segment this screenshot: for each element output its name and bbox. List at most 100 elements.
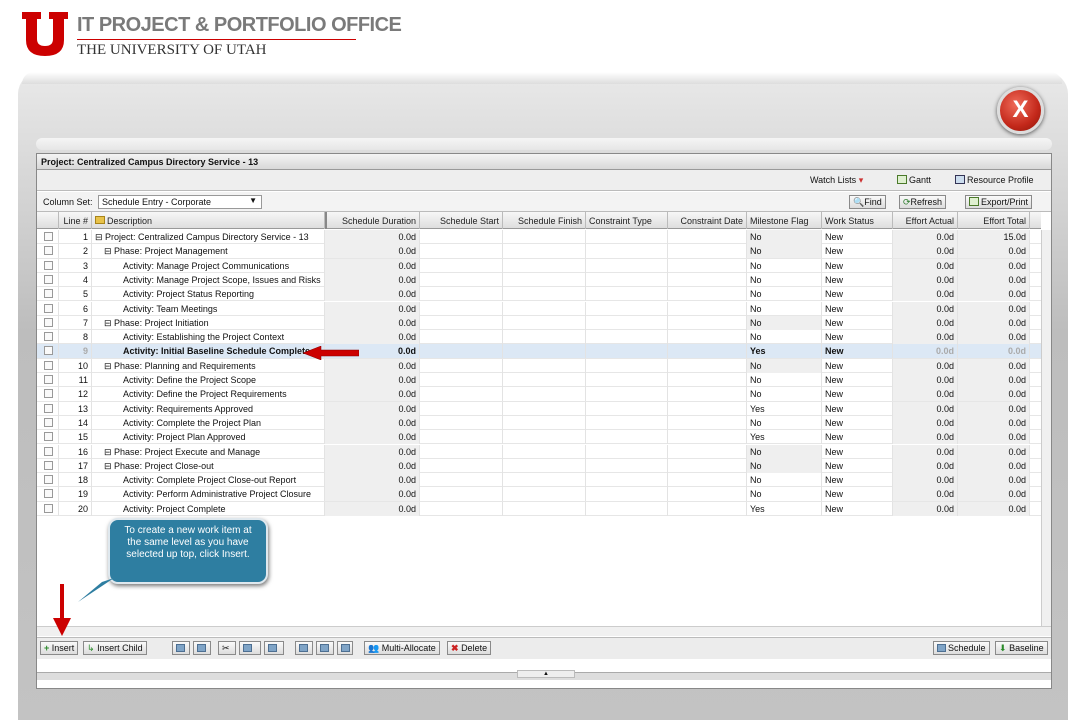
collapse-toggle-icon[interactable]: ⊟ (95, 232, 105, 242)
effort-actual-cell[interactable]: 0.0d (893, 487, 958, 502)
copy-button[interactable] (239, 641, 261, 655)
link-button[interactable] (295, 641, 313, 655)
row-checkbox[interactable] (44, 246, 53, 256)
start-cell[interactable] (420, 315, 503, 330)
effort-actual-cell[interactable]: 0.0d (893, 358, 958, 373)
effort-total-cell[interactable]: 0.0d (958, 444, 1030, 459)
effort-total-cell[interactable]: 0.0d (958, 258, 1030, 273)
table-row[interactable]: 17 ⊟ Phase: Project Close-out 0.0d No New 0.0… (37, 458, 1041, 474)
effort-total-cell[interactable]: 0.0d (958, 287, 1030, 302)
constraint-date-cell[interactable] (668, 458, 747, 473)
cut-button[interactable]: ✂ (218, 641, 236, 655)
start-cell[interactable] (420, 230, 503, 244)
work-status-cell[interactable]: New (822, 458, 893, 473)
finish-cell[interactable] (503, 373, 586, 387)
outdent-button[interactable] (172, 641, 190, 655)
table-row[interactable]: 5 Activity: Project Status Reporting 0.0d N… (37, 287, 1041, 302)
line-number-cell[interactable]: 11 (59, 373, 92, 387)
constraint-date-cell[interactable] (668, 444, 747, 459)
row-checkbox[interactable] (44, 375, 53, 384)
duration-cell[interactable]: 0.0d (325, 458, 420, 473)
milestone-cell[interactable]: No (747, 473, 822, 488)
milestone-cell[interactable]: No (747, 272, 822, 287)
insert-child-button[interactable]: ↳ Insert Child (83, 641, 147, 655)
effort-total-cell[interactable]: 0.0d (958, 272, 1030, 287)
start-cell[interactable] (420, 344, 503, 359)
collapse-toggle-icon[interactable]: ⊟ (104, 461, 114, 471)
milestone-cell[interactable]: Yes (747, 430, 822, 445)
milestone-cell[interactable]: No (747, 315, 822, 330)
effort-actual-cell[interactable]: 0.0d (893, 301, 958, 316)
finish-cell[interactable] (503, 387, 586, 402)
row-checkbox[interactable] (44, 503, 53, 513)
line-number-cell[interactable]: 6 (59, 301, 92, 316)
start-cell[interactable] (420, 258, 503, 273)
row-checkbox[interactable] (44, 260, 53, 270)
constraint-type-cell[interactable] (586, 473, 668, 488)
vertical-scrollbar[interactable] (1041, 230, 1051, 626)
work-status-cell[interactable]: New (822, 287, 893, 302)
constraint-type-cell[interactable] (586, 344, 668, 359)
effort-actual-cell[interactable]: 0.0d (893, 272, 958, 287)
finish-cell[interactable] (503, 473, 586, 488)
description-cell[interactable]: ⊟ Phase: Project Management (92, 244, 325, 259)
description-cell[interactable]: Activity: Establishing the Project Conte… (92, 330, 325, 345)
constraint-date-cell[interactable] (668, 487, 747, 502)
work-status-cell[interactable]: New (822, 301, 893, 316)
finish-cell[interactable] (503, 287, 586, 302)
collapse-toggle-icon[interactable]: ⊟ (104, 361, 114, 371)
milestone-cell[interactable]: Yes (747, 401, 822, 416)
milestone-cell[interactable]: No (747, 358, 822, 373)
row-checkbox[interactable] (44, 332, 53, 342)
work-status-cell[interactable]: New (822, 230, 893, 244)
table-row[interactable]: 18 Activity: Complete Project Close-out R… (37, 473, 1041, 488)
start-cell[interactable] (420, 501, 503, 516)
collapse-toggle-icon[interactable]: ⊟ (104, 447, 114, 457)
effort-total-cell[interactable]: 0.0d (958, 458, 1030, 473)
effort-actual-cell[interactable]: 0.0d (893, 458, 958, 473)
row-checkbox[interactable] (44, 317, 53, 327)
start-cell[interactable] (420, 301, 503, 316)
row-checkbox[interactable] (44, 289, 53, 299)
description-cell[interactable]: Activity: Complete Project Close-out Rep… (92, 473, 325, 488)
gantt-button[interactable]: Gantt (897, 175, 931, 185)
duration-cell[interactable]: 0.0d (325, 315, 420, 330)
effort-total-cell[interactable]: 0.0d (958, 415, 1030, 430)
schedule-button[interactable]: Schedule (933, 641, 990, 655)
finish-cell[interactable] (503, 444, 586, 459)
baseline-button[interactable]: ⬇ Baseline (995, 641, 1048, 655)
line-number-cell[interactable]: 10 (59, 358, 92, 373)
col-header-work-status[interactable]: Work Status (822, 212, 893, 229)
duration-cell[interactable]: 0.0d (325, 430, 420, 445)
effort-total-cell[interactable]: 0.0d (958, 244, 1030, 259)
constraint-type-cell[interactable] (586, 287, 668, 302)
finish-cell[interactable] (503, 230, 586, 244)
milestone-cell[interactable]: Yes (747, 501, 822, 516)
description-cell[interactable]: Activity: Project Plan Approved (92, 430, 325, 445)
constraint-type-cell[interactable] (586, 301, 668, 316)
constraint-type-cell[interactable] (586, 458, 668, 473)
start-cell[interactable] (420, 387, 503, 402)
row-checkbox[interactable] (44, 232, 53, 241)
work-status-cell[interactable]: New (822, 473, 893, 488)
paste-button[interactable] (264, 641, 284, 655)
effort-actual-cell[interactable]: 0.0d (893, 244, 958, 259)
finish-cell[interactable] (503, 244, 586, 259)
col-header-constraint-type[interactable]: Constraint Type (586, 212, 668, 229)
col-header-schedule-finish[interactable]: Schedule Finish (503, 212, 586, 229)
line-number-cell[interactable]: 19 (59, 487, 92, 502)
line-number-cell[interactable]: 12 (59, 387, 92, 402)
milestone-cell[interactable]: No (747, 230, 822, 244)
start-cell[interactable] (420, 401, 503, 416)
duration-cell[interactable]: 0.0d (325, 272, 420, 287)
effort-actual-cell[interactable]: 0.0d (893, 401, 958, 416)
line-number-cell[interactable]: 4 (59, 272, 92, 287)
work-status-cell[interactable]: New (822, 272, 893, 287)
constraint-type-cell[interactable] (586, 444, 668, 459)
effort-actual-cell[interactable]: 0.0d (893, 258, 958, 273)
duration-cell[interactable]: 0.0d (325, 330, 420, 345)
column-set-select[interactable]: Schedule Entry - Corporate ▼ (98, 195, 262, 209)
outline-button[interactable] (337, 641, 353, 655)
work-status-cell[interactable]: New (822, 315, 893, 330)
effort-total-cell[interactable]: 0.0d (958, 487, 1030, 502)
